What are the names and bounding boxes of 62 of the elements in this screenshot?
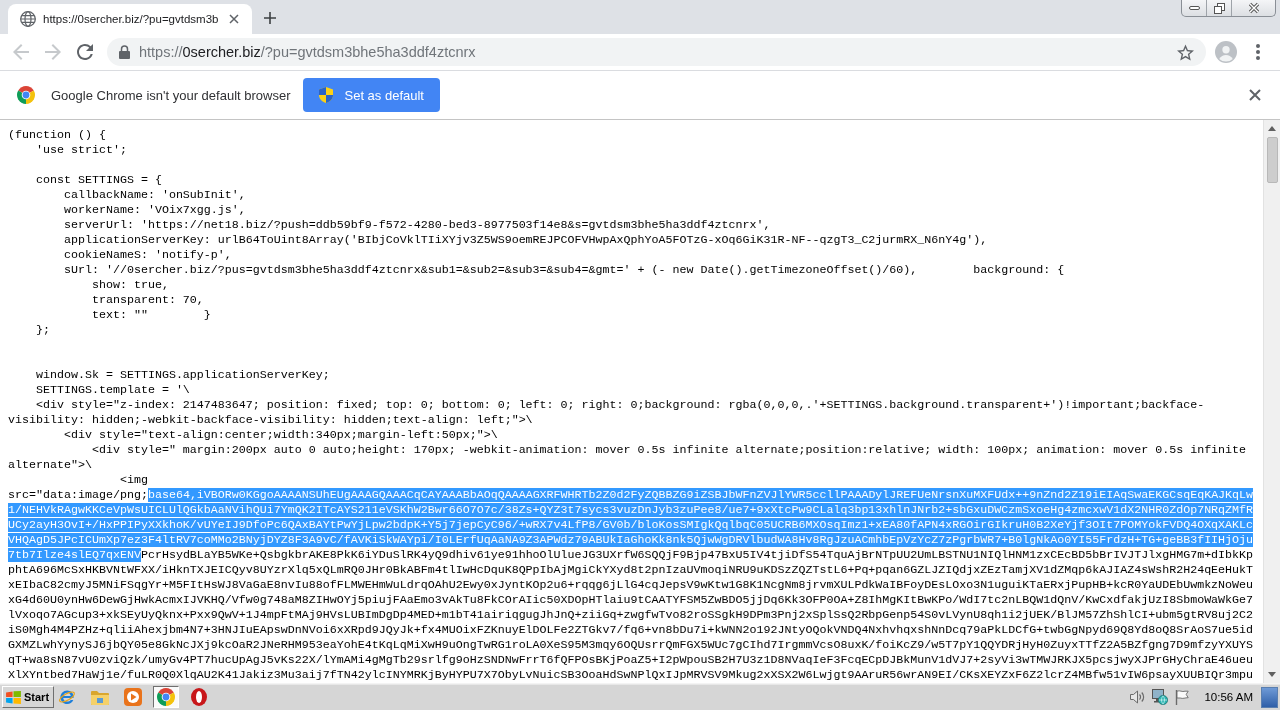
code-line: text: "" } <box>90 308 211 323</box>
close-icon[interactable] <box>229 14 239 24</box>
code-line: (function () { <box>8 128 106 143</box>
code-line: <div style="text-align:center;width:340px;margin-left:50px;">\ <box>62 428 498 443</box>
code-line: lVxoqo7AGcup3+xkSEyUyQknx+Pxx9QwV+1J4mpFtMAj9HVsLUBImDgDp4MED+m1bT41airiqgugJhJnQ+ziiGq+zwgfwTvo82roSSgkH9DPm3Pnj2xSplSsQ2RbpGenp54S0vLVynU8qh1i2jUEK/BlJM57ZhShlCI+ubm5gtRV8uj2C2 <box>8 608 1254 623</box>
code-line: src="data:image/png;base64,iVBORw0KGgoAAAANSUhEUgAAAGQAAACqCAYAAABbAOqQAAAAGXRFWHRTb2Z0d2FyZQBBZG9iZSBJbWFnZVJlYWR5ccllPAAADylJREFUeNrsnXuMXFUdx++9nZnd2Z19iEIAqSwaEKGCsqEqKAJKqLw <box>8 488 1254 503</box>
star-icon[interactable] <box>1177 43 1194 61</box>
code-line: iS0Mgh4M4PZHz+qliiAhexjbm4N7+3HNJIuEApswDnNVoi6xXRpd9JQyJk+fx4MUOixFZKnuyElDOLFe2ZTGkv7/fq6+vn8bDu7i+kWNN2o192JNtyOQokVNDQ4NxhvhqxshNnDcq79aPkLDCfG+twbGgNpyd69Q8Yd8oQ8SrAoS7ue5id <box>8 623 1254 638</box>
lock-icon[interactable] <box>119 45 130 59</box>
browser-logo-icon <box>17 86 35 104</box>
code-line: qT+wa8sN87vU0zviQzk/umyGv4PT7hucUpAgJ5vKs22X/lYmAMi4gMgTb29srlfg9oHzSNDNwFrrT6fQFPOsBKjPoaZ5+I2pWpouSB2H7U3z1D8NVaqIeF3FcqECpDJBkMunV1dVJ7+2syVi3wTMWJRKJX5pcsjwyXJPrGHyChraE46ueu <box>8 653 1254 668</box>
clock-text: 10:56 AM <box>1204 691 1253 703</box>
code-line: const SETTINGS = { <box>34 173 162 188</box>
code-line: GXMZLwhYynySJ6jbQY05e8GkNcJXj9kcOaR2JNeRHM953eaYohE4tKqLqMiXwH9uOngTwRG1roLA0XeS95M3mqy6OQUsrrQmFGX5WUc7gCIhd7IrgmmVcsO8uxK/foiKcZ9/w5T7pY1QQYDRjHyH0ZuyxTTfZ2A5BZfgng7D9mfzyYXUYS <box>8 638 1254 653</box>
flag-icon[interactable] <box>1175 689 1190 705</box>
scroll-up-icon[interactable] <box>1268 126 1276 131</box>
forward-arrow-icon <box>45 44 61 60</box>
code-line: <div style="z-index: 2147483647; position: fixed; top: 0; bottom: 0; left: 0; right: 0;background: rgba(0,0,0,.'+SETTINGS.background.transparent+')!important;backface- <box>34 398 1205 413</box>
code-line: xG4d60U0ynHw6DewGjHwkAcmxIJVKHQ/Vfw0g748aM8ZIHwOYj5piujFAaEmo3vAkTu8FkCOrAIic50XDOpHTlaiu9tCAATYFSM5ZwBDO5jjDq6Kk3OFP0OA+Z8IhMgKItBwKPo/WdI7tc2nLBQW1dQnV/KwCxdfakjUzI8SbmoWaWkGe7 <box>8 593 1254 608</box>
restore-icon <box>1213 2 1225 14</box>
menu-icon <box>1256 44 1260 60</box>
scrollbar-thumb[interactable] <box>1266 137 1278 183</box>
browser-tab[interactable]: https://0sercher.biz/?pu=gvtdsm3b <box>8 4 252 34</box>
address-bar[interactable]: https://0sercher.biz/?pu=gvtdsm3bhe5ha3ddf4ztcnrx <box>107 38 1206 66</box>
code-line: applicationServerKey: urlB64ToUint8Array('BIbjCoVklTIiXYjv3Z5WS9oemREJPCOFVHwpAxQphYoA5FOTzG-xOq6GiK31R-NF--qzgT3_C2jurmRX_N6nY4g'), <box>62 233 988 248</box>
scroll-down-icon[interactable] <box>1268 672 1276 677</box>
code-line: transparent: 70, <box>90 293 204 308</box>
start-button[interactable]: Start <box>2 686 55 708</box>
code-line: XlXYntbed7HaWj1e/fuLR0Q0XlqAU2K41Jakiz3Mu3aij7fTN42ylcINYMRKjByHYPU7X7ObyLvNuicSB3OoaHdSwNPlQxIJpMRVSV9Mkug2xXSX2W6Lwjgt9AAruR56wrAN9EI/CKsXEYZxF6Z2lcrZ4MBfw51vIW6psayXUUBIQr3mpu <box>8 668 1254 683</box>
close-icon <box>1247 2 1260 14</box>
code-line: phtA696McSxHKBVNtWFXX/iHknTXJEICQyv8UYzrXlq5xQLmRQ0JHr0BkABFm4tlIwHcDquK8QPpIbAjMgiCkYXyd8t2pnIzaUVmoqiNRU9uKDSzZQZTstL6+Pq+pqan6GZLJZIQdjxZEzTamjXV1dZMqp6kAJIAZ4sWshR2H24qEeHukT <box>8 563 1254 578</box>
infobar-message: Google Chrome isn't your default browser <box>51 87 291 103</box>
code-line: window.Sk = SETTINGS.applicationServerKey; <box>34 368 330 383</box>
code-line: cookieNameS: 'notify-p', <box>62 248 232 263</box>
reload-icon <box>77 44 93 60</box>
code-line: <div style=" margin:200px auto 0 auto;height: 170px; -webkit-animation: mover 0.5s infinite alternate;position:relative; width: 100px; animation: mover 0.5s infinite <box>90 443 1247 458</box>
code-line: serverUrl: 'https://net18.biz/?push=ddb59bf9-f572-4280-bed3-8977503f14e8&s=gvtdsm3bhe5ha3ddf4ztcnrx', <box>62 218 771 233</box>
monitor-globe-icon[interactable] <box>1152 689 1169 705</box>
code-line: <img <box>118 473 148 488</box>
globe-icon <box>20 11 36 27</box>
code-line: callbackName: 'onSubInit', <box>62 188 246 203</box>
show-desktop-button[interactable] <box>1261 686 1278 708</box>
set-default-button[interactable]: Set as default <box>303 78 440 112</box>
close-icon[interactable] <box>1249 89 1261 101</box>
code-line: SETTINGS.template = '\ <box>34 383 190 398</box>
speaker-icon[interactable] <box>1130 690 1146 704</box>
back-arrow-icon <box>13 44 29 60</box>
code-line: sUrl: '//0sercher.biz/?pus=gvtdsm3bhe5ha3ddf4ztcnrx&sub1=&sub2=&sub3=&sub4=&gmt=' + (- new Date().getTimezoneOffset()/60), background: { <box>62 263 1065 278</box>
code-line: workerName: 'VOix7xgg.js', <box>62 203 246 218</box>
code-line: xEIbaC82cmyJ5MNiFSqgYr+M5FItHsWJ8VaGaE8nvIu88ofFLMWEHmWuLdrqOAhU2Ewy0xJyntKOp2u6+rqqg6jLlG4cqJepsV9wKtw1G8K1NcgNm8jrvmXULPdkWaIBFoyDEsLOxo3N1uguiKTaERxjPupHB+kcR0YaUDEbUwmkzNoWeu <box>8 578 1254 593</box>
code-line: 'use strict'; <box>34 143 127 158</box>
ring-icon[interactable] <box>191 688 208 706</box>
code-line: }; <box>34 323 50 338</box>
code-line: visibility: hidden;-webkit-backface-visibility: hidden;text-align: left;">\ <box>8 413 533 428</box>
shield-icon <box>319 87 334 103</box>
profile-avatar-icon <box>1215 41 1237 63</box>
four-pane-flag-icon <box>6 690 21 704</box>
plus-icon[interactable] <box>264 12 276 24</box>
url-text: https://0sercher.biz/?pu=gvtdsm3bhe5ha3ddf4ztcnrx <box>139 44 476 60</box>
code-line: show: true, <box>90 278 169 293</box>
minimize-icon <box>1188 6 1200 10</box>
code-line: alternate">\ <box>8 458 92 473</box>
